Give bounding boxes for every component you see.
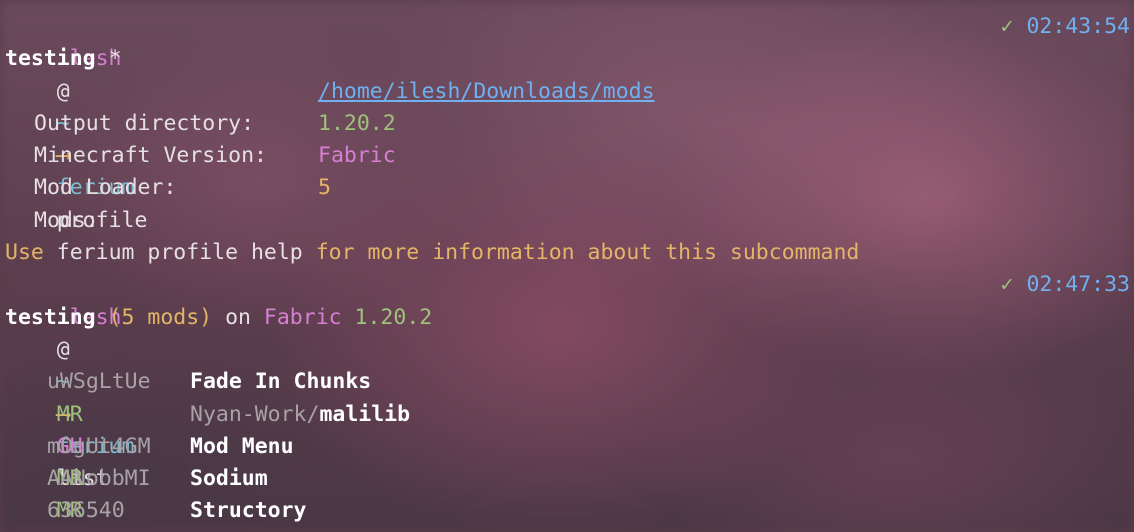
list-mod-count: (5 mods) (108, 304, 213, 330)
mod-name: Sodium (190, 466, 268, 492)
list-on-word: on (225, 304, 251, 330)
minecraft-version-value: 1.20.2 (318, 110, 396, 136)
help-hint-line: Use ferium profile help for more informa… (5, 237, 1130, 269)
success-check-icon: ✓ (1000, 14, 1014, 39)
mod-name-group: Nyan-Work/malilib (190, 399, 410, 431)
list-item: GH Nyan-Work/malilib (5, 399, 1130, 459)
mod-name: Structory (190, 498, 307, 524)
command-status: ✓ 02:43:54 (1001, 11, 1130, 43)
active-profile-marker: * (108, 46, 122, 72)
mod-id: 636540 (47, 498, 125, 524)
list-profile-name: testing (5, 304, 96, 330)
prompt-line-2: ilesh @ ~ ⟶ ferium list ✓ 02:47:33 (5, 269, 1130, 491)
mods-count-value: 5 (318, 175, 331, 201)
mod-loader-value: Fabric (318, 143, 396, 169)
command-timestamp: 02:47:33 (1026, 272, 1130, 298)
list-item: CF 636540 Structory (5, 495, 1130, 532)
mod-owner: Nyan-Work/ (190, 401, 320, 427)
list-item: MR AANobbMI Sodium (5, 463, 1130, 523)
terminal-output: ilesh @ ~ ⟶ ferium profile ✓ 02:43:54 te… (5, 11, 1130, 532)
mod-name: malilib (319, 401, 411, 427)
output-directory-link[interactable]: /home/ilesh/Downloads/mods (318, 76, 655, 108)
profile-name-line: testing * (5, 43, 1130, 75)
list-loader: Fabric (263, 304, 342, 330)
prompt-line-1: ilesh @ ~ ⟶ ferium profile ✓ 02:43:54 (5, 11, 1130, 233)
mod-id: AANobbMI (47, 466, 151, 492)
profile-field-output-directory: Output directory: /home/ilesh/Downloads/… (5, 76, 1130, 136)
list-item: MR mOgUt4GM Mod Menu (5, 431, 1130, 491)
profile-field-mods: Mods: 5 (5, 172, 1130, 232)
list-header-line: testing (5 mods) on Fabric 1.20.2 (5, 302, 1130, 334)
list-item: MR uWSgLtUe Fade In Chunks (5, 366, 1130, 426)
mod-name: Fade In Chunks (190, 369, 372, 395)
command-status: ✓ 02:47:33 (1001, 269, 1130, 301)
command-timestamp: 02:43:54 (1026, 14, 1130, 39)
success-check-icon: ✓ (1000, 272, 1014, 298)
profile-field-minecraft-version: Minecraft Version: 1.20.2 (5, 108, 1130, 168)
list-version: 1.20.2 (354, 304, 433, 330)
profile-field-mod-loader: Mod Loader: Fabric (5, 140, 1130, 200)
mod-name: Mod Menu (190, 433, 294, 459)
help-hint-suffix: for more information about this subcomma… (315, 240, 860, 266)
mod-id: uWSgLtUe (47, 369, 151, 395)
help-hint-prefix: Use (5, 240, 44, 266)
profile-name: testing (5, 46, 96, 72)
help-hint-command: ferium profile help (56, 240, 303, 266)
mod-id: mOgUt4GM (47, 433, 151, 459)
